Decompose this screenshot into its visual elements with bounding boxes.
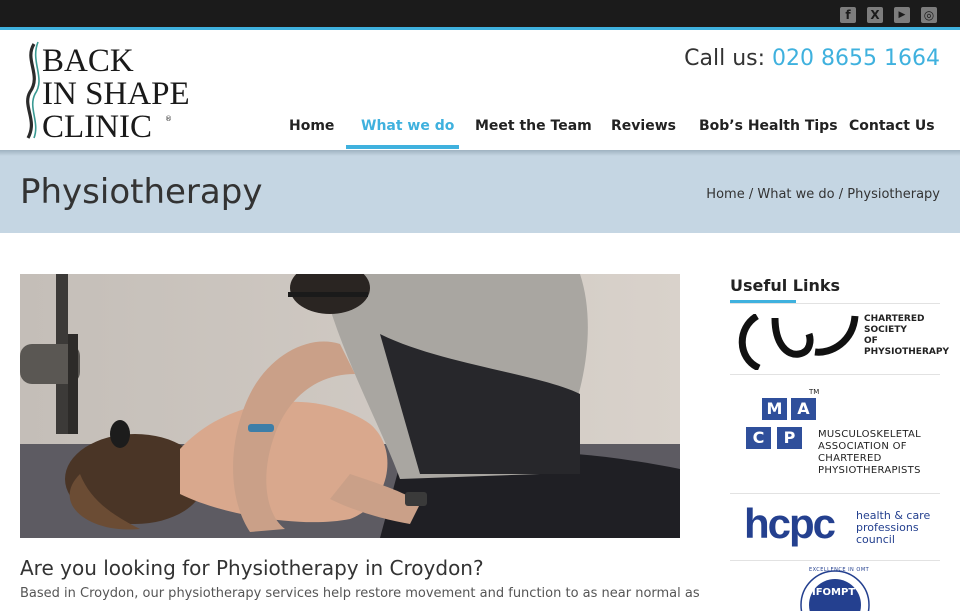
sidebar: Useful Links CHARTERED SOCIETY OF PHYSIO… xyxy=(730,274,949,611)
band-shadow xyxy=(0,150,960,156)
page-title-band: Physiotherapy Home / What we do / Physio… xyxy=(0,150,960,233)
breadcrumb: Home / What we do / Physiotherapy xyxy=(706,187,940,202)
logo-line-2: IN SHAPE xyxy=(42,76,190,112)
breadcrumb-what-we-do[interactable]: What we do xyxy=(757,187,834,202)
clinic-logo[interactable]: BACK IN SHAPE CLINIC ® xyxy=(20,40,220,140)
csp-text: CHARTERED SOCIETY OF PHYSIOTHERAPY xyxy=(864,314,949,357)
top-bar: f X ▶ ◎ xyxy=(0,0,960,27)
breadcrumb-current: Physiotherapy xyxy=(847,187,940,202)
nav-meet-the-team[interactable]: Meet the Team xyxy=(475,118,592,134)
ifompt-wordmark: IFOMPT xyxy=(812,587,856,598)
main-heading: Are you looking for Physiotherapy in Cro… xyxy=(20,556,484,580)
nav-reviews[interactable]: Reviews xyxy=(611,118,676,134)
call-label: Call us: xyxy=(684,46,766,71)
svg-text:®: ® xyxy=(165,115,172,123)
youtube-icon[interactable]: ▶ xyxy=(894,7,910,23)
macp-tm: TM xyxy=(809,388,820,396)
nav-contact-us[interactable]: Contact Us xyxy=(849,118,935,134)
nav-bobs-health-tips[interactable]: Bob’s Health Tips xyxy=(699,118,838,134)
logo-line-1: BACK xyxy=(42,43,134,79)
nav-home[interactable]: Home xyxy=(289,118,334,134)
useful-link-csp[interactable]: CHARTERED SOCIETY OF PHYSIOTHERAPY xyxy=(730,304,949,375)
useful-links-title: Useful Links xyxy=(730,276,841,295)
macp-letter-a: A xyxy=(791,398,816,420)
site-header: BACK IN SHAPE CLINIC ® Call us: 020 8655… xyxy=(0,30,960,150)
ifompt-arc-text: EXCELLENCE IN OMT xyxy=(809,567,870,573)
macp-text: MUSCULOSKELETAL ASSOCIATION OF CHARTERED… xyxy=(818,429,922,476)
logo-line-3: CLINIC xyxy=(42,109,152,140)
phone-number[interactable]: 020 8655 1664 xyxy=(772,46,940,71)
page-title: Physiotherapy xyxy=(20,172,263,212)
macp-letter-m: M xyxy=(762,398,787,420)
instagram-icon[interactable]: ◎ xyxy=(921,7,937,23)
useful-link-ifompt[interactable]: EXCELLENCE IN OMT IFOMPT xyxy=(730,561,940,611)
intro-paragraph: Based in Croydon, our physiotherapy serv… xyxy=(20,586,700,601)
active-nav-indicator xyxy=(346,145,459,149)
hero-physiotherapy-photo xyxy=(20,274,680,538)
facebook-icon[interactable]: f xyxy=(840,7,856,23)
csp-logo-mark xyxy=(738,314,859,370)
useful-link-macp[interactable]: M A C P TM MUSCULOSKELETAL ASSOCIATION O… xyxy=(730,375,940,494)
hcpc-text: health & care professions council xyxy=(856,509,931,546)
macp-letter-p: P xyxy=(777,427,802,449)
macp-letter-c: C xyxy=(746,427,771,449)
breadcrumb-separator: / xyxy=(748,187,754,202)
breadcrumb-home[interactable]: Home xyxy=(706,187,744,202)
breadcrumb-separator: / xyxy=(838,187,844,202)
useful-link-hcpc[interactable]: hcpc health & care professions council xyxy=(730,494,940,561)
nav-what-we-do[interactable]: What we do xyxy=(361,118,454,134)
hcpc-wordmark: hcpc xyxy=(744,500,836,547)
x-icon[interactable]: X xyxy=(867,7,883,23)
call-us: Call us: 020 8655 1664 xyxy=(684,46,940,71)
